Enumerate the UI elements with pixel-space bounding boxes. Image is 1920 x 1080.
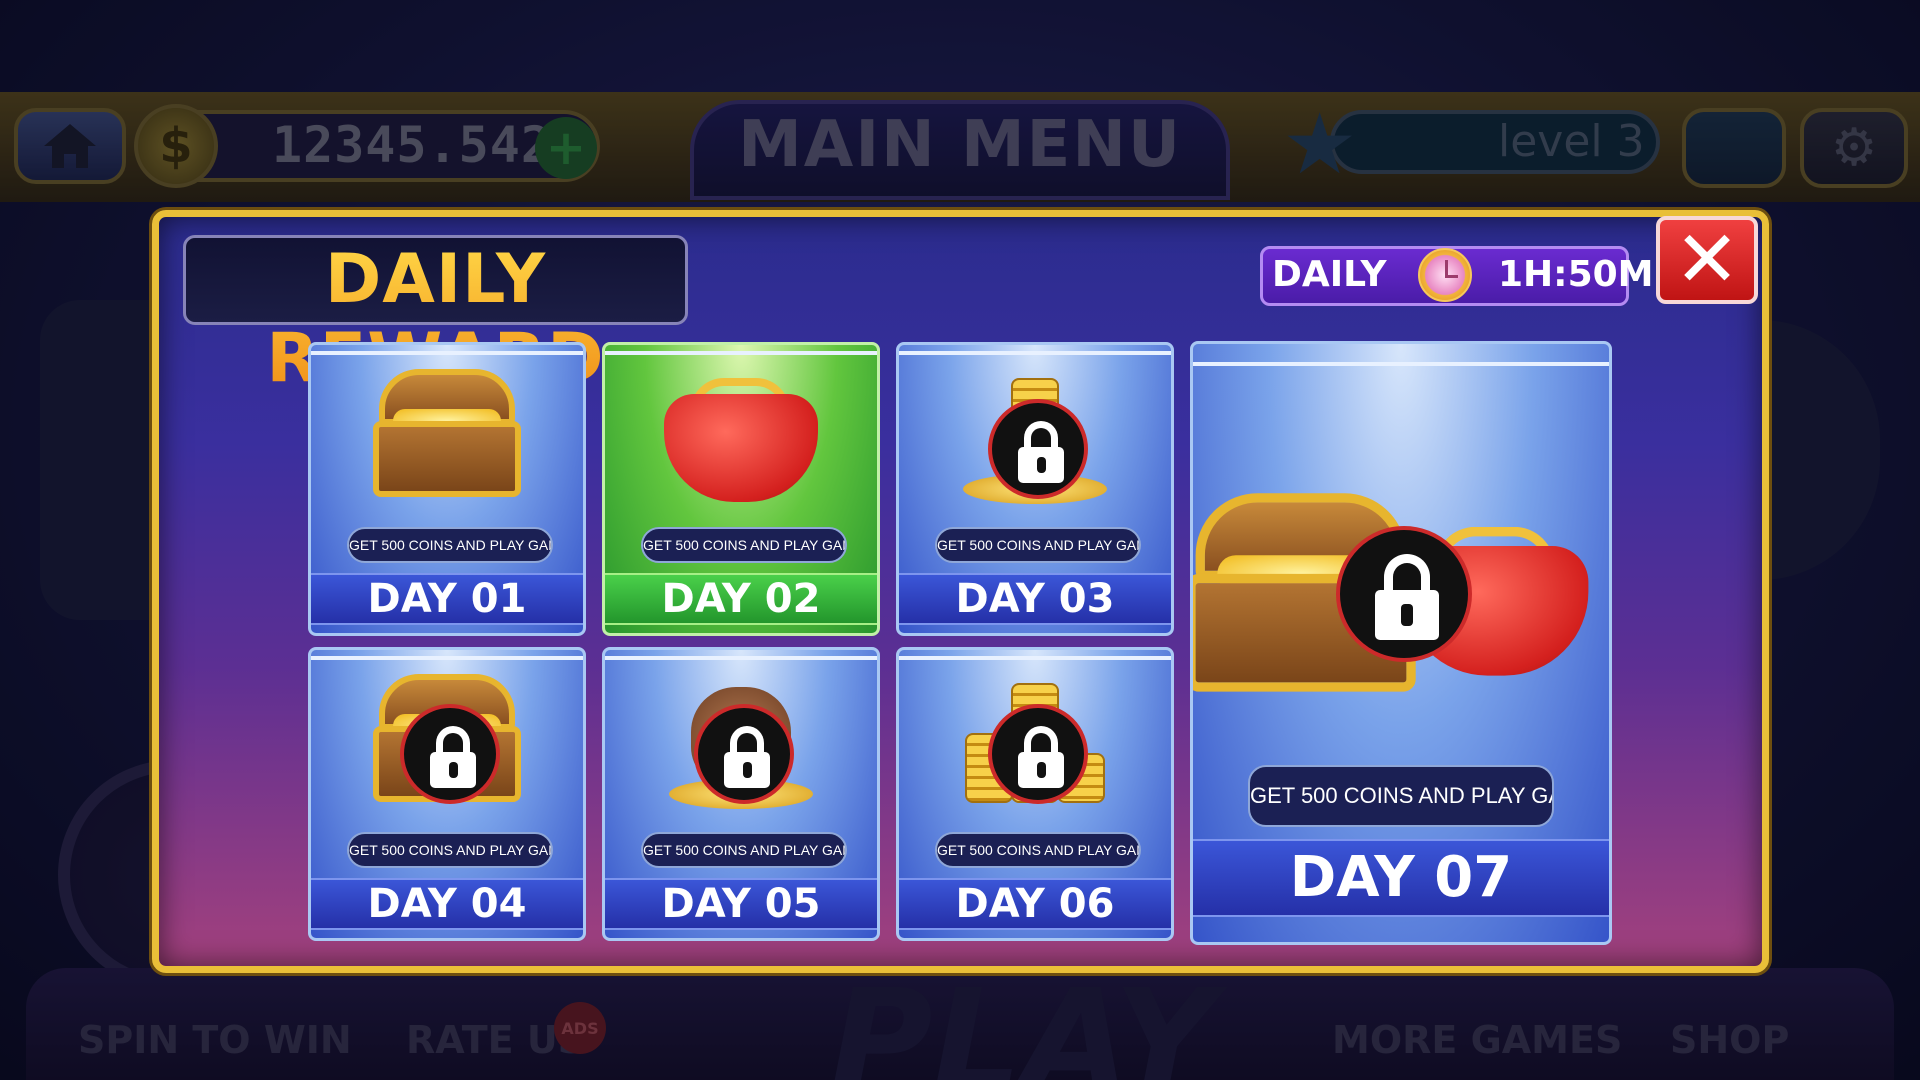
day-card-01[interactable]: GET 500 COINS AND PLAY GAME. DAY 01 — [308, 342, 586, 636]
treasure-chest-icon — [367, 369, 527, 499]
day-label: DAY 02 — [605, 573, 877, 625]
day-label: DAY 07 — [1193, 839, 1609, 917]
card-highlight — [899, 656, 1171, 660]
day-label: DAY 01 — [311, 573, 583, 625]
reward-art — [899, 359, 1171, 509]
reward-description: GET 500 COINS AND PLAY GAME. — [935, 832, 1141, 868]
timer-label: DAILY — [1272, 254, 1387, 295]
day-label: DAY 03 — [899, 573, 1171, 625]
lock-icon — [1336, 526, 1472, 662]
reward-description: GET 500 COINS AND PLAY GAME. — [347, 832, 553, 868]
lock-icon — [988, 399, 1088, 499]
reward-description: GET 500 COINS AND PLAY GAME. — [347, 527, 553, 563]
reward-description: GET 500 COINS AND PLAY GAME. — [641, 527, 847, 563]
day-label: DAY 06 — [899, 878, 1171, 930]
red-purse-icon — [656, 364, 826, 504]
day-label: DAY 05 — [605, 878, 877, 930]
lock-icon — [400, 704, 500, 804]
reward-description: GET 500 COINS AND PLAY GAME. — [935, 527, 1141, 563]
card-highlight — [1193, 362, 1609, 366]
day-card-07[interactable]: GET 500 COINS AND PLAY GAME. DAY 07 — [1190, 341, 1612, 945]
day-card-03[interactable]: GET 500 COINS AND PLAY GAME. DAY 03 — [896, 342, 1174, 636]
card-highlight — [311, 656, 583, 660]
clock-icon — [1418, 248, 1472, 302]
card-highlight — [311, 351, 583, 355]
reward-art — [605, 664, 877, 814]
day-label: DAY 04 — [311, 878, 583, 930]
card-highlight — [899, 351, 1171, 355]
lock-icon — [988, 704, 1088, 804]
reward-art — [1193, 404, 1609, 784]
card-highlight — [605, 351, 877, 355]
reward-art — [605, 359, 877, 509]
timer-value: 1H:50M — [1498, 254, 1654, 295]
day-card-02[interactable]: GET 500 COINS AND PLAY GAME. DAY 02 — [602, 342, 880, 636]
day-card-06[interactable]: GET 500 COINS AND PLAY GAME. DAY 06 — [896, 647, 1174, 941]
reward-description: GET 500 COINS AND PLAY GAME. — [641, 832, 847, 868]
day-card-04[interactable]: GET 500 COINS AND PLAY GAME. DAY 04 — [308, 647, 586, 941]
close-icon: ✕ — [1674, 215, 1740, 305]
reward-art — [311, 359, 583, 509]
day-card-05[interactable]: GET 500 COINS AND PLAY GAME. DAY 05 — [602, 647, 880, 941]
card-highlight — [605, 656, 877, 660]
reward-art — [899, 664, 1171, 814]
reward-description: GET 500 COINS AND PLAY GAME. — [1248, 765, 1554, 827]
game-screen: $ 12345.542 + MAIN MENU ★ level 3 ⚙ PLAY… — [0, 0, 1920, 1080]
lock-icon — [694, 704, 794, 804]
reward-art — [311, 664, 583, 814]
close-button[interactable]: ✕ — [1656, 216, 1758, 304]
